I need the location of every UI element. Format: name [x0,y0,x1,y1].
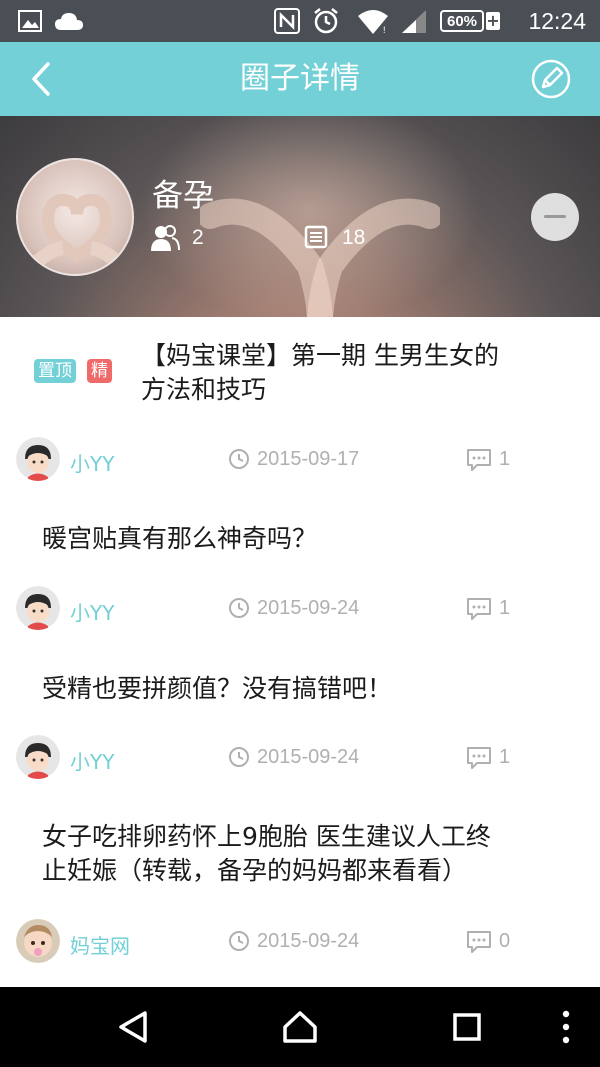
post-title-line: 女子吃排卵药怀上9胞胎 医生建议人工终 [42,822,491,851]
nav-back-icon[interactable] [100,987,166,1067]
post-date: 2015-09-24 [257,930,360,952]
comment-icon [466,448,492,472]
posts-icon [304,225,328,249]
clock-icon [228,746,250,768]
comment-count: 1 [499,746,511,768]
signal-icon [400,0,428,42]
alarm-icon [312,0,340,42]
post-author[interactable]: 小YY [70,448,114,477]
comment-icon [466,930,492,954]
members-icon [150,224,180,252]
clock-icon [228,448,250,470]
avatar[interactable] [16,735,60,779]
post-title-line: 暖宫贴真有那么神奇吗？ [42,524,318,553]
post-author[interactable]: 小YY [70,746,114,775]
post-date: 2015-09-17 [257,448,360,470]
avatar[interactable] [16,586,60,630]
avatar[interactable] [16,437,60,481]
posts-count: 18 [342,226,366,249]
clock-icon [228,930,250,952]
comment-count: 1 [499,597,511,619]
pinned-tag: 置顶 [34,359,76,383]
navigation-bar [0,987,600,1067]
avatar[interactable] [16,919,60,963]
battery-level: 60% [440,10,484,32]
members-count: 2 [192,226,204,249]
status-bar: ! 60% + 12:24 [0,0,600,42]
list-item[interactable]: 暖宫贴真有那么神奇吗？ 小YY 2015-09-24 1 [0,487,600,637]
page-title: 圈子详情 [240,61,360,96]
battery-icon: 60% + [440,0,500,42]
comment-count: 0 [499,930,511,952]
nav-menu-icon[interactable] [548,987,584,1067]
comment-count: 1 [499,448,511,470]
circle-name: 备孕 [152,178,214,214]
list-item[interactable]: 置顶 精 【妈宝课堂】第一期 生男生女的 方法和技巧 小YY 2015-09-1… [0,317,600,487]
post-title-line: 方法和技巧 [141,375,267,404]
edit-icon[interactable] [530,58,572,100]
featured-tag: 精 [87,359,112,383]
nfc-icon [274,0,300,42]
post-title-line: 【妈宝课堂】第一期 生男生女的 [141,341,499,370]
list-item[interactable]: 女子吃排卵药怀上9胞胎 医生建议人工终 止妊娠（转载，备孕的妈妈都来看看） 妈宝… [0,787,600,987]
cloud-icon [54,0,84,42]
post-date: 2015-09-24 [257,746,360,768]
status-time: 12:24 [528,7,586,34]
post-author[interactable]: 小YY [70,597,114,626]
nav-home-icon[interactable] [266,987,334,1067]
post-title-line: 受精也要拼颜值？没有搞错吧！ [42,674,393,703]
image-icon [18,0,42,42]
post-title-line: 止妊娠（转载，备孕的妈妈都来看看） [42,856,468,885]
circle-avatar [16,158,134,276]
list-item[interactable]: 受精也要拼颜值？没有搞错吧！ 小YY 2015-09-24 1 [0,637,600,787]
wifi-icon: ! [356,0,390,42]
svg-text:!: ! [383,25,386,35]
post-date: 2015-09-24 [257,597,360,619]
clock-icon [228,597,250,619]
leave-circle-button[interactable] [531,193,579,241]
comment-icon [466,597,492,621]
post-author[interactable]: 妈宝网 [70,930,130,959]
title-bar: 圈子详情 [0,42,600,116]
charging-plus: + [486,11,500,30]
nav-recents-icon[interactable] [434,987,500,1067]
comment-icon [466,746,492,770]
